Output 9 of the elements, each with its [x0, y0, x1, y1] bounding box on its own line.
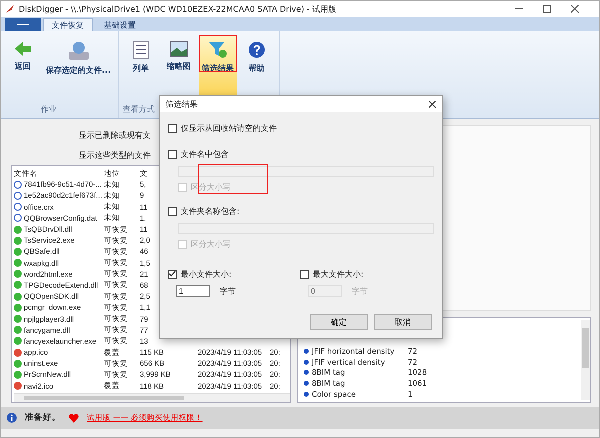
unit-label: 字节: [220, 286, 236, 296]
group-label: 查看方式: [123, 104, 156, 116]
filter-label: 显示已删除或现有文: [79, 130, 151, 142]
filter-label: 显示这些类型的文件: [79, 150, 151, 162]
unit-label: 字节: [352, 286, 368, 296]
group-label: 作业: [41, 104, 57, 116]
window-title: DiskDigger - \\.\PhysicalDrive1 (WDC WD10EZEX-22MCAA0 SATA Drive) - 试用版: [19, 4, 338, 14]
dialog-title: 筛选结果: [166, 98, 198, 110]
status-text: 准备好。: [25, 412, 61, 424]
